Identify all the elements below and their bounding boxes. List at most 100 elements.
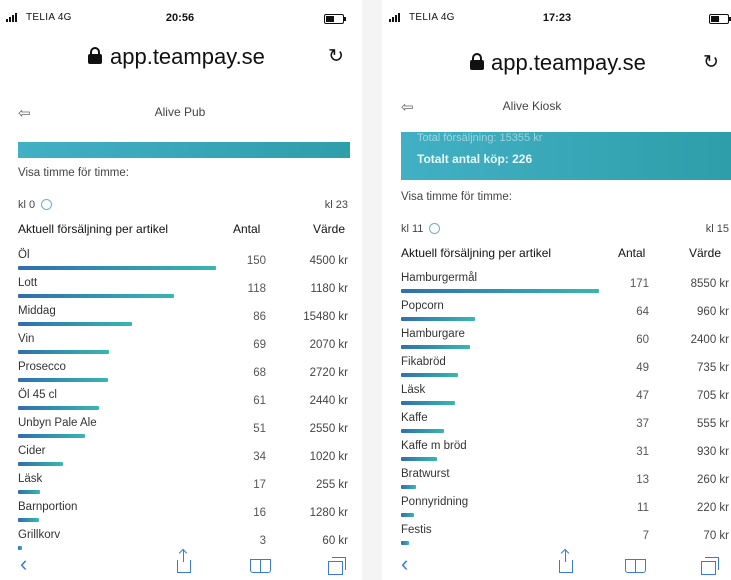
- article-name: Cider: [18, 445, 46, 457]
- range-start-label: kl 0: [18, 199, 36, 211]
- url-text[interactable]: app.teampay.se: [491, 50, 646, 76]
- table-row: Kaffe 37 555 kr: [383, 412, 731, 440]
- count-cell: 47: [636, 390, 649, 402]
- count-cell: 3: [259, 535, 266, 547]
- value-cell: 60 kr: [322, 535, 348, 547]
- table-row: Bratwurst 13 260 kr: [383, 468, 731, 496]
- article-name: Bratwurst: [401, 468, 450, 480]
- value-cell: 4500 kr: [309, 255, 348, 267]
- count-cell: 49: [636, 362, 649, 374]
- sales-bar: [401, 317, 476, 321]
- sales-bar: [401, 457, 437, 461]
- value-cell: 705 kr: [697, 390, 729, 402]
- article-name: Fikabröd: [401, 356, 446, 368]
- range-start-label: kl 11: [401, 223, 424, 235]
- url-text[interactable]: app.teampay.se: [110, 44, 265, 70]
- value-cell: 2550 kr: [309, 423, 348, 435]
- table-row: Unbyn Pale Ale 51 2550 kr: [0, 417, 360, 445]
- range-end-label: kl 15: [705, 223, 729, 235]
- table-row: Hamburgermål 171 8550 kr: [383, 272, 731, 300]
- article-name: Grillkorv: [18, 529, 61, 541]
- clock: 17:23: [542, 12, 572, 24]
- sales-bar: [18, 350, 110, 354]
- battery-icon: [709, 14, 731, 24]
- table-header: Aktuell försäljning per artikel Antal Vä…: [383, 246, 731, 264]
- value-cell: 1020 kr: [309, 451, 348, 463]
- range-start[interactable]: kl 11: [401, 223, 441, 235]
- radio-icon[interactable]: [429, 223, 441, 234]
- sales-bar: [401, 429, 444, 433]
- count-cell: 13: [636, 474, 649, 486]
- sales-bar: [401, 541, 410, 545]
- venue-title: Alive Kiosk: [502, 99, 562, 113]
- page-header: ⇦ Alive Kiosk: [383, 98, 731, 118]
- address-bar[interactable]: app.teampay.se ↻: [383, 50, 731, 84]
- count-cell: 17: [253, 479, 266, 491]
- table-row: Festis 7 70 kr: [383, 524, 731, 552]
- sales-bar: [401, 289, 599, 293]
- radio-icon[interactable]: [41, 199, 53, 210]
- value-cell: 70 kr: [703, 530, 729, 542]
- range-start[interactable]: kl 0: [18, 199, 53, 211]
- sales-bar: [18, 322, 132, 326]
- sales-bar: [18, 378, 108, 382]
- count-cell: 60: [636, 334, 649, 346]
- range-end-label: kl 23: [324, 199, 348, 211]
- table-row: Vin 69 2070 kr: [0, 333, 360, 361]
- share-icon[interactable]: [559, 550, 573, 573]
- sales-bar: [18, 406, 99, 410]
- reload-icon[interactable]: ↻: [328, 45, 344, 68]
- lock-icon: [470, 53, 484, 70]
- article-name: Kaffe: [401, 412, 428, 424]
- sales-bar: [18, 462, 63, 466]
- chevron-left-icon[interactable]: ‹: [20, 551, 27, 577]
- total-sales-text: Total försäljning: 15355 kr: [417, 132, 543, 144]
- table-row: Prosecco 68 2720 kr: [0, 361, 360, 389]
- value-cell: 735 kr: [697, 362, 729, 374]
- table-row: Fikabröd 49 735 kr: [383, 356, 731, 384]
- column-header-article: Aktuell försäljning per artikel: [18, 222, 169, 236]
- clock: 20:56: [165, 12, 195, 24]
- value-cell: 2070 kr: [309, 339, 348, 351]
- summary-banner: [18, 142, 350, 158]
- value-cell: 220 kr: [697, 502, 729, 514]
- article-name: Läsk: [18, 473, 43, 485]
- table-row: Middag 86 15480 kr: [0, 305, 360, 333]
- value-cell: 255 kr: [316, 479, 348, 491]
- table-row: Hamburgare 60 2400 kr: [383, 328, 731, 356]
- count-cell: 16: [253, 507, 266, 519]
- lock-icon: [88, 47, 102, 64]
- summary-banner: Total försäljning: 15355 kr Totalt antal…: [401, 132, 731, 180]
- article-name: Prosecco: [18, 361, 66, 373]
- table-row: Cider 34 1020 kr: [0, 445, 360, 473]
- chevron-left-icon[interactable]: ‹: [401, 551, 408, 577]
- share-icon[interactable]: [177, 550, 191, 573]
- address-bar[interactable]: app.teampay.se ↻: [0, 44, 360, 78]
- bookmarks-icon[interactable]: [625, 559, 647, 573]
- count-cell: 86: [253, 311, 266, 323]
- column-header-value: Värde: [313, 222, 346, 236]
- table-row: Läsk 17 255 kr: [0, 473, 360, 501]
- article-name: Öl 45 cl: [18, 389, 57, 401]
- tabs-icon[interactable]: [701, 557, 719, 575]
- reload-icon[interactable]: ↻: [703, 51, 719, 74]
- divider: [362, 0, 382, 580]
- value-cell: 1180 kr: [310, 283, 348, 295]
- tabs-icon[interactable]: [328, 557, 346, 575]
- sales-bar: [18, 294, 174, 298]
- count-cell: 7: [642, 530, 649, 542]
- count-cell: 64: [636, 306, 649, 318]
- bookmarks-icon[interactable]: [250, 559, 272, 573]
- total-purchases-text: Totalt antal köp: 226: [417, 152, 533, 166]
- status-bar: TELIA 4G 20:56: [0, 12, 360, 28]
- count-cell: 34: [253, 451, 266, 463]
- status-bar: TELIA 4G 17:23: [383, 12, 731, 28]
- venue-title: Alive Pub: [154, 105, 206, 119]
- column-header-count: Antal: [618, 246, 646, 260]
- sales-bar: [401, 485, 417, 489]
- browser-toolbar: ‹: [0, 550, 360, 580]
- article-name: Vin: [18, 333, 35, 345]
- value-cell: 555 kr: [697, 418, 729, 430]
- sales-bar: [18, 266, 216, 270]
- table-row: Popcorn 64 960 kr: [383, 300, 731, 328]
